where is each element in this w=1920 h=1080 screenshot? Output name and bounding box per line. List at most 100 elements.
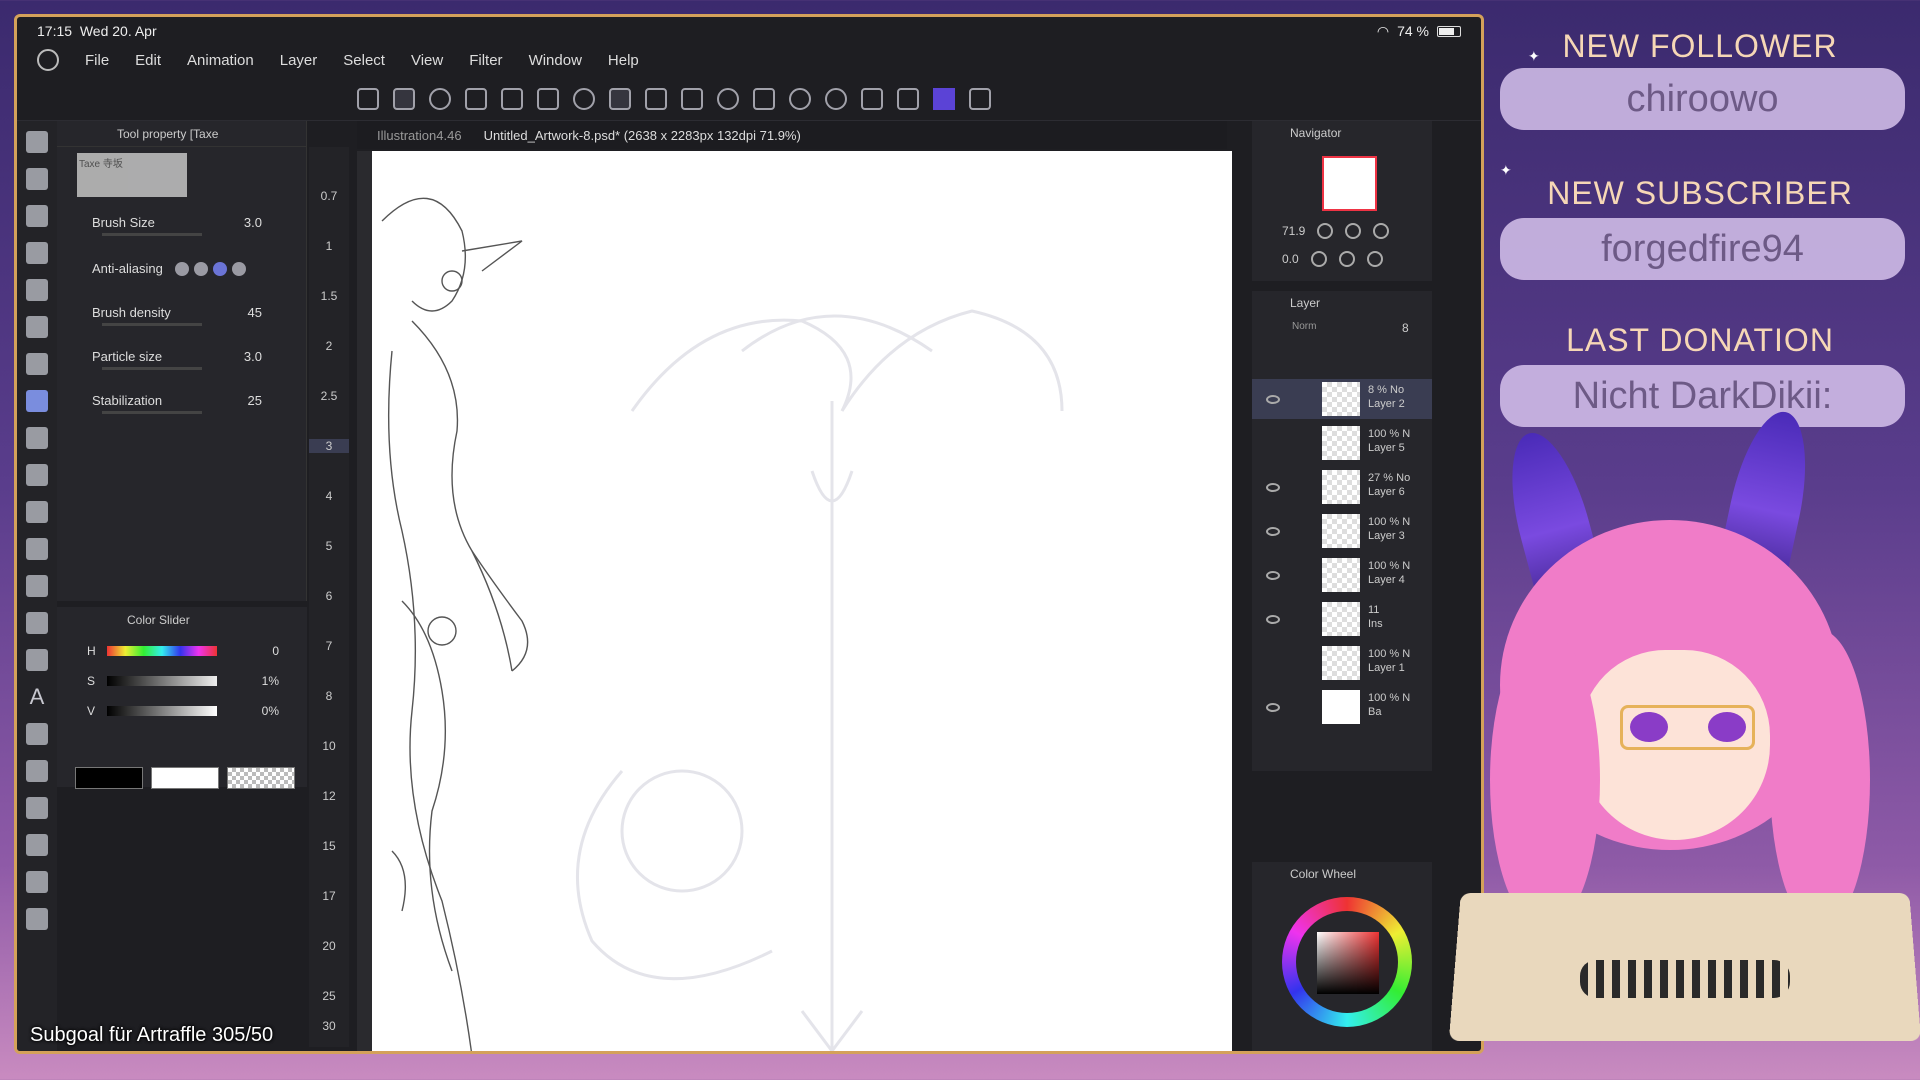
size-option[interactable]: 2.5 bbox=[309, 389, 349, 403]
correction-pen-icon[interactable] bbox=[26, 797, 48, 819]
eye-icon[interactable] bbox=[1266, 702, 1280, 712]
size-option[interactable]: 20 bbox=[309, 939, 349, 953]
menu-animation[interactable]: Animation bbox=[187, 52, 254, 69]
menu-window[interactable]: Window bbox=[529, 52, 582, 69]
value-value[interactable]: 0% bbox=[262, 704, 279, 718]
size-option[interactable]: 4 bbox=[309, 489, 349, 503]
size-option[interactable]: 25 bbox=[309, 989, 349, 1003]
pen-tool-icon[interactable] bbox=[537, 87, 559, 110]
lasso-select-icon[interactable] bbox=[26, 279, 48, 301]
crop-icon[interactable] bbox=[753, 87, 775, 110]
zoom-icon[interactable] bbox=[26, 168, 48, 190]
anti-aliasing-options[interactable] bbox=[174, 261, 246, 276]
zoom-value[interactable]: 71.9 bbox=[1282, 224, 1305, 238]
picker-icon[interactable] bbox=[26, 908, 48, 930]
zoom-fit-icon[interactable] bbox=[1373, 223, 1390, 239]
stamp-icon[interactable] bbox=[26, 612, 48, 634]
blend-icon[interactable] bbox=[26, 834, 48, 856]
particle-size-row[interactable]: Particle size 3.0 bbox=[92, 349, 292, 370]
main-color-swatch[interactable] bbox=[75, 767, 143, 789]
size-option[interactable]: 5 bbox=[309, 539, 349, 553]
size-option[interactable]: 8 bbox=[309, 689, 349, 703]
ruler-icon[interactable] bbox=[26, 575, 48, 597]
clear-icon[interactable] bbox=[861, 87, 883, 110]
layer-row[interactable]: 27 % No Layer 6 bbox=[1252, 467, 1432, 507]
eye-icon[interactable] bbox=[1266, 614, 1280, 624]
move-icon[interactable] bbox=[26, 242, 48, 264]
sub-color-swatch[interactable] bbox=[151, 767, 219, 789]
redo-icon[interactable] bbox=[825, 87, 847, 110]
layer-opacity-value[interactable]: 8 bbox=[1402, 321, 1409, 335]
layer-row[interactable]: 8 % No Layer 2 bbox=[1252, 379, 1432, 419]
snap-icon[interactable] bbox=[429, 87, 451, 110]
rotation-value[interactable]: 0.0 bbox=[1282, 252, 1299, 266]
eye-icon[interactable] bbox=[1266, 482, 1280, 492]
hue-row[interactable]: H 0 bbox=[87, 641, 297, 661]
layer-row[interactable]: 100 % N Layer 3 bbox=[1252, 511, 1432, 551]
brush-active-icon[interactable] bbox=[609, 87, 631, 110]
size-option[interactable]: 2 bbox=[309, 339, 349, 353]
value-row[interactable]: V 0% bbox=[87, 701, 297, 721]
layer-row[interactable]: 100 % N Ba bbox=[1252, 687, 1432, 727]
size-option[interactable]: 7 bbox=[309, 639, 349, 653]
stabilization-value[interactable]: 25 bbox=[248, 393, 262, 408]
layer-row[interactable]: 100 % N Layer 5 bbox=[1252, 423, 1432, 463]
brush-tool-icon[interactable] bbox=[26, 390, 48, 412]
grid-icon[interactable] bbox=[26, 649, 48, 671]
open-folder-icon[interactable] bbox=[501, 87, 523, 110]
lasso-icon[interactable] bbox=[717, 87, 739, 110]
magic-wand-icon[interactable] bbox=[26, 316, 48, 338]
tab-untitled-artwork[interactable]: Untitled_Artwork-8.psd* (2638 x 2283px 1… bbox=[484, 128, 801, 143]
navigator-preview[interactable] bbox=[1322, 156, 1377, 211]
tab-illustration[interactable]: Illustration4.46 bbox=[377, 128, 462, 143]
brush-size-row[interactable]: Brush Size 3.0 bbox=[92, 215, 292, 236]
hamburger-menu-icon[interactable] bbox=[357, 87, 379, 110]
menu-help[interactable]: Help bbox=[608, 52, 639, 69]
text-tool-icon[interactable]: A bbox=[30, 686, 45, 708]
hue-value[interactable]: 0 bbox=[272, 644, 279, 658]
menu-filter[interactable]: Filter bbox=[469, 52, 502, 69]
drawing-paper[interactable] bbox=[372, 151, 1232, 1051]
saturation-row[interactable]: S 1% bbox=[87, 671, 297, 691]
eye-icon[interactable] bbox=[1266, 526, 1280, 536]
transform-icon[interactable] bbox=[897, 87, 919, 110]
menu-select[interactable]: Select bbox=[343, 52, 385, 69]
brush-density-row[interactable]: Brush density 45 bbox=[92, 305, 292, 326]
new-file-icon[interactable] bbox=[465, 87, 487, 110]
magnifier-icon[interactable] bbox=[26, 205, 48, 227]
pen-icon[interactable] bbox=[26, 464, 48, 486]
size-option[interactable]: 0.7 bbox=[309, 189, 349, 203]
saturation-slider[interactable] bbox=[107, 676, 217, 686]
menu-layer[interactable]: Layer bbox=[280, 52, 318, 69]
particle-size-value[interactable]: 3.0 bbox=[244, 349, 262, 364]
saturation-value-square[interactable] bbox=[1317, 932, 1379, 994]
size-option[interactable]: 1 bbox=[309, 239, 349, 253]
value-slider[interactable] bbox=[107, 706, 217, 716]
pencil-icon[interactable] bbox=[26, 501, 48, 523]
layer-row[interactable]: 100 % N Layer 1 bbox=[1252, 643, 1432, 683]
canvas-area[interactable] bbox=[357, 151, 1232, 1051]
blend-mode-select[interactable]: Norm bbox=[1292, 321, 1316, 332]
rotate-reset-icon[interactable] bbox=[1366, 251, 1383, 267]
chevron-down-icon[interactable] bbox=[969, 87, 991, 110]
zoom-out-icon[interactable] bbox=[1317, 223, 1334, 239]
particle-size-slider[interactable] bbox=[102, 367, 202, 370]
eraser-quick-icon[interactable] bbox=[645, 87, 667, 110]
fill-icon[interactable] bbox=[26, 723, 48, 745]
saturation-value[interactable]: 1% bbox=[262, 674, 279, 688]
rotate-left-icon[interactable] bbox=[1310, 251, 1327, 267]
stabilization-slider[interactable] bbox=[102, 411, 202, 414]
brush-density-slider[interactable] bbox=[102, 323, 202, 326]
size-option[interactable]: 10 bbox=[309, 739, 349, 753]
eyedropper-icon[interactable] bbox=[26, 353, 48, 375]
brush-size-value[interactable]: 3.0 bbox=[244, 215, 262, 230]
sparkle-icon[interactable] bbox=[26, 427, 48, 449]
menu-edit[interactable]: Edit bbox=[135, 52, 161, 69]
app-logo-icon[interactable] bbox=[37, 49, 59, 71]
eye-icon[interactable] bbox=[1266, 394, 1280, 404]
brush-size-slider[interactable] bbox=[102, 233, 202, 236]
size-option[interactable]: 12 bbox=[309, 789, 349, 803]
layer-row[interactable]: 100 % N Layer 4 bbox=[1252, 555, 1432, 595]
undo-icon[interactable] bbox=[789, 87, 811, 110]
size-option[interactable]: 6 bbox=[309, 589, 349, 603]
